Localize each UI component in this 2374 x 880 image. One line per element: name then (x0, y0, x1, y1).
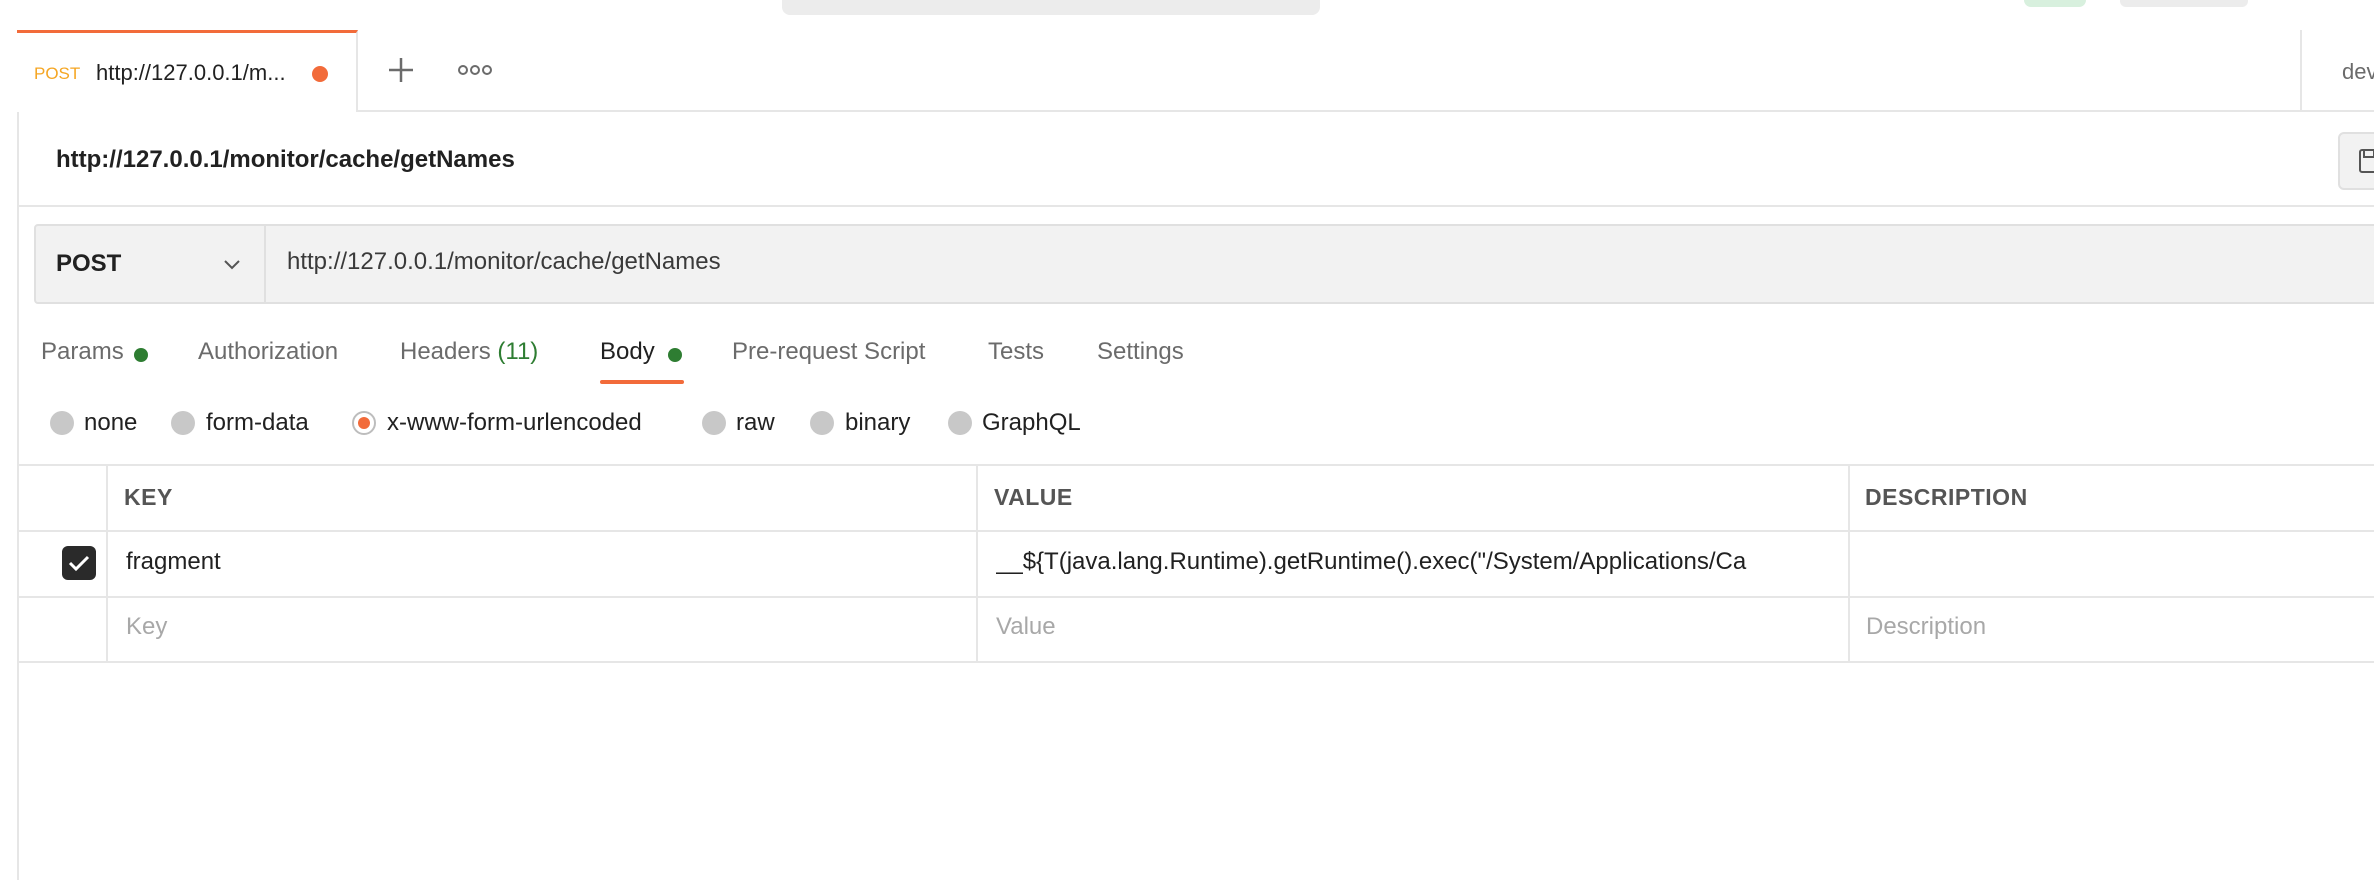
global-search-bar[interactable] (782, 0, 1320, 15)
more-options-icon[interactable] (455, 58, 495, 82)
url-input[interactable] (287, 248, 2287, 276)
tab-prerequest-script[interactable]: Pre-request Script (732, 338, 925, 366)
tab-params[interactable]: Params (41, 338, 124, 366)
radio-graphql[interactable] (948, 411, 972, 435)
radio-raw-label: raw (736, 409, 775, 436)
radio-none-label: none (84, 409, 138, 436)
environment-selector[interactable]: dev (2342, 59, 2374, 85)
method-separator (264, 226, 266, 302)
radio-none[interactable] (50, 411, 74, 435)
radio-form-data[interactable] (171, 411, 195, 435)
headers-count-badge: (11) (497, 338, 539, 365)
env-divider (2300, 30, 2302, 110)
new-description-input[interactable]: Description (1866, 613, 1986, 641)
table-top-border (17, 464, 2374, 466)
column-header-description: DESCRIPTION (1865, 484, 2028, 510)
active-tab-underline (600, 380, 684, 384)
tab-body[interactable]: Body (600, 338, 655, 366)
radio-graphql-label: GraphQL (982, 409, 1081, 436)
row-key-cell[interactable]: fragment (126, 548, 221, 576)
tab-authorization[interactable]: Authorization (198, 338, 338, 366)
tab-tests[interactable]: Tests (988, 338, 1044, 366)
params-indicator-dot (134, 348, 148, 362)
column-header-key: KEY (124, 484, 173, 510)
radio-binary[interactable] (810, 411, 834, 435)
body-indicator-dot (668, 348, 682, 362)
radio-binary-label: binary (845, 409, 911, 436)
new-tab-plus-icon[interactable] (383, 52, 419, 88)
radio-urlencoded[interactable] (352, 411, 376, 435)
tab-bar (17, 30, 2374, 112)
table-header-border (17, 530, 2374, 532)
column-divider (1848, 464, 1850, 663)
request-name[interactable]: http://127.0.0.1/monitor/cache/getNames (56, 146, 515, 174)
tab-method-label: POST (34, 64, 81, 83)
checkmark-icon (68, 555, 90, 572)
unsaved-changes-dot[interactable] (312, 66, 328, 82)
tab-settings[interactable]: Settings (1097, 338, 1184, 366)
title-divider (17, 205, 2374, 207)
radio-form-data-label: form-data (206, 409, 309, 436)
radio-raw[interactable] (702, 411, 726, 435)
tab-title: http://127.0.0.1/m... (96, 60, 286, 85)
table-bottom-border (17, 661, 2374, 663)
status-pill (2024, 0, 2086, 7)
row-value-cell[interactable]: __${T(java.lang.Runtime).getRuntime().ex… (996, 548, 1836, 576)
tab-headers[interactable]: Headers (11) (400, 338, 538, 366)
top-right-button[interactable] (2120, 0, 2248, 7)
save-icon (2359, 149, 2374, 173)
radio-urlencoded-label: x-www-form-urlencoded (387, 409, 642, 436)
new-value-input[interactable]: Value (996, 613, 1056, 641)
method-label: POST (56, 250, 122, 277)
column-divider (106, 464, 108, 663)
column-divider (976, 464, 978, 663)
chevron-down-icon (224, 260, 240, 270)
table-row-border (17, 596, 2374, 598)
column-header-value: VALUE (994, 484, 1073, 510)
tab-headers-label: Headers (400, 338, 491, 365)
sidebar-edge (0, 30, 19, 880)
new-key-input[interactable]: Key (126, 613, 167, 641)
